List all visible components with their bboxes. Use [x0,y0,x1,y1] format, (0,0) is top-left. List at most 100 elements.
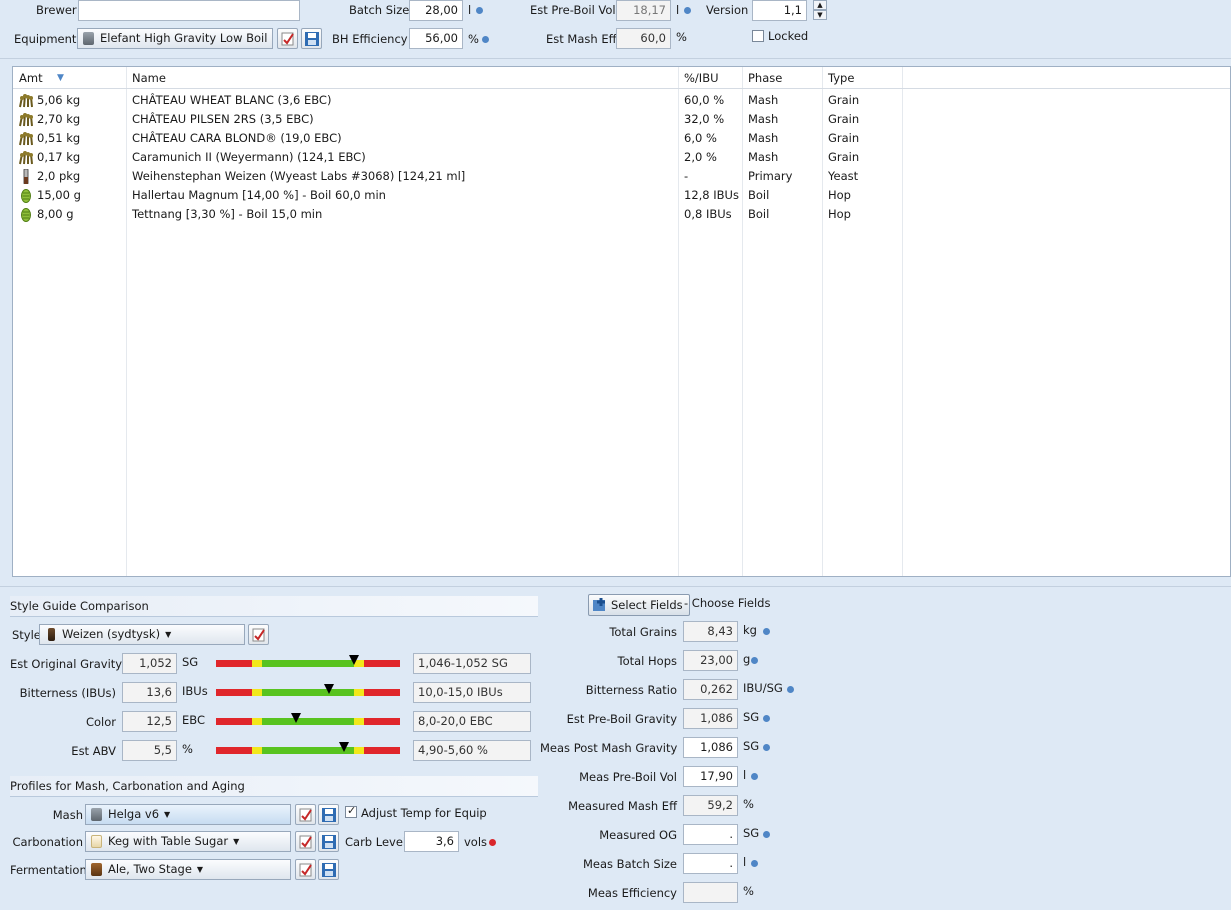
carb-level-input[interactable]: 3,6 [404,831,459,852]
version-label: Version [706,3,749,17]
version-input[interactable]: 1,1 [752,0,807,21]
table-row[interactable]: 15,00 g Hallertau Magnum [14,00 %] - Boil… [13,186,1230,205]
equipment-label: Equipment [14,32,77,46]
table-row[interactable]: 0,17 kg Caramunich II (Weyermann) (124,1 … [13,148,1230,167]
cell-type: Yeast [828,169,859,183]
stat-value[interactable]: 1,086 [683,737,738,758]
pre-boil-indicator-icon [684,7,691,14]
mash-eff-unit: % [676,30,687,44]
equipment-edit-button[interactable] [277,28,298,49]
column-header-phase[interactable]: Phase [742,67,822,89]
edit-checklist-icon [281,32,294,46]
adjust-temp-label: Adjust Temp for Equip [361,806,487,820]
carbonation-edit-button[interactable] [295,831,316,852]
ingredients-table[interactable]: Amt ▼ Name %/IBU Phase Type 5,06 kg CHÂTE… [12,66,1231,577]
beer-glass-icon [48,628,55,641]
column-header-type[interactable]: Type [822,67,902,89]
stat-unit: IBU/SG [743,681,783,695]
mash-profile-combo[interactable]: Helga v6 ▼ [85,804,291,825]
stat-value[interactable]: 17,90 [683,766,738,787]
cell-percent-ibu: 2,0 % [684,150,717,164]
table-row[interactable]: 0,51 kg CHÂTEAU CARA BLOND® (19,0 EBC) 6,0… [13,129,1230,148]
table-row[interactable]: 2,0 pkg Weihenstephan Weizen (Wyeast Labs… [13,167,1230,186]
cell-name: Caramunich II (Weyermann) (124,1 EBC) [132,150,366,164]
style-range-bar [216,718,400,725]
cell-name: CHÂTEAU PILSEN 2RS (3,5 EBC) [132,112,314,126]
cell-name: Tettnang [3,30 %] - Boil 15,0 min [132,207,323,221]
table-row[interactable]: 8,00 g Tettnang [3,30 %] - Boil 15,0 min 0… [13,205,1230,224]
cell-phase: Boil [748,207,770,221]
mash-save-button[interactable] [318,804,339,825]
cell-type: Hop [828,188,851,202]
stat-value[interactable]: . [683,853,738,874]
choose-fields-label: - Choose Fields [684,596,771,610]
column-header-label: Amt [19,71,43,85]
column-header-name[interactable]: Name [126,67,678,89]
style-metric-label: Color [85,715,116,729]
cell-type: Grain [828,93,860,107]
locked-checkbox[interactable] [752,30,764,42]
equipment-save-button[interactable] [301,28,322,49]
pre-boil-vol-unit: l [676,3,680,17]
column-header-pct[interactable]: %/IBU [678,67,742,89]
header-divider [0,58,1231,59]
batch-size-indicator-icon [476,7,483,14]
fermentation-save-button[interactable] [318,859,339,880]
adjust-temp-checkbox[interactable] [345,804,357,818]
cell-amount: 0,51 kg [37,131,81,145]
stat-indicator-icon [763,744,770,751]
save-disk-icon [322,863,336,877]
table-header: Amt ▼ Name %/IBU Phase Type [13,67,1230,89]
version-up-button[interactable]: ▲ [813,0,827,10]
cell-name: Weihenstephan Weizen (Wyeast Labs #3068)… [132,169,466,183]
stat-indicator-icon [751,773,758,780]
stat-indicator-icon [763,715,770,722]
chevron-down-icon: ▼ [165,630,172,639]
style-metric-value: 5,5 [122,740,177,761]
carbonation-save-button[interactable] [318,831,339,852]
edit-checklist-icon [299,863,312,877]
style-edit-button[interactable] [248,624,269,645]
style-range-bar [216,660,400,667]
stat-unit: SG [743,826,760,840]
stat-unit: SG [743,739,760,753]
stat-unit: kg [743,623,757,637]
select-fields-button[interactable]: Select Fields [588,594,690,616]
stat-label: Est Pre-Boil Gravity [566,712,677,726]
table-row[interactable]: 2,70 kg CHÂTEAU PILSEN 2RS (3,5 EBC) 32,0 … [13,110,1230,129]
stat-label: Measured OG [599,828,677,842]
batch-size-unit: l [468,3,472,17]
style-metric-value: 13,6 [122,682,177,703]
stat-value: 1,086 [683,708,738,729]
style-combo[interactable]: Weizen (sydtysk) ▼ [39,624,245,645]
batch-size-label: Batch Size [349,3,410,17]
cell-percent-ibu: 0,8 IBUs [684,207,732,221]
brewer-input[interactable] [78,0,300,21]
equipment-combo[interactable]: Elefant High Gravity Low Boil ▼ [77,28,273,49]
cell-phase: Mash [748,93,779,107]
version-down-button[interactable]: ▼ [813,10,827,20]
cell-amount: 0,17 kg [37,150,81,164]
table-row[interactable]: 5,06 kg CHÂTEAU WHEAT BLANC (3,6 EBC) 60,0… [13,91,1230,110]
stat-label: Total Grains [609,625,677,639]
stat-unit: l [743,855,747,869]
stat-unit: % [743,884,754,898]
mash-edit-button[interactable] [295,804,316,825]
batch-size-input[interactable]: 28,00 [409,0,463,21]
mash-tun-icon [91,808,102,821]
style-metric-label: Bitterness (IBUs) [19,686,116,700]
carbonation-label: Carbonation [12,835,83,849]
fermentation-edit-button[interactable] [295,859,316,880]
column-header-amt[interactable]: Amt ▼ [13,67,126,89]
fermentation-combo[interactable]: Ale, Two Stage ▼ [85,859,291,880]
carbonation-combo[interactable]: Keg with Table Sugar ▼ [85,831,291,852]
cell-percent-ibu: 32,0 % [684,112,725,126]
style-range-text: 8,0-20,0 EBC [413,711,531,732]
edit-checklist-icon [252,628,265,642]
stat-value[interactable]: . [683,824,738,845]
bh-efficiency-input[interactable]: 56,00 [409,28,463,49]
stat-indicator-icon [763,831,770,838]
stat-value: 0,262 [683,679,738,700]
cell-phase: Boil [748,188,770,202]
style-value: Weizen (sydtysk) [62,627,161,641]
